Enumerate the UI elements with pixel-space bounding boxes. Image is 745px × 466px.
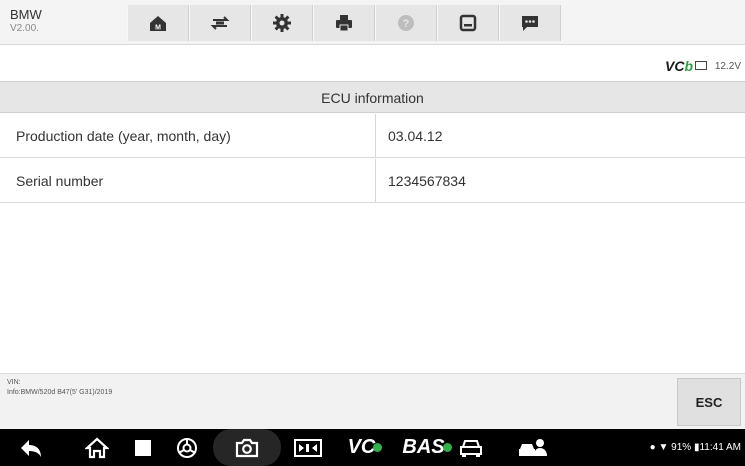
connection-status-bar: VCb 12.2V	[0, 55, 745, 79]
browser-button[interactable]	[172, 429, 202, 466]
save-icon	[459, 14, 477, 32]
settings-button[interactable]	[251, 5, 313, 41]
row-value: 03.04.12	[388, 128, 443, 144]
bluetooth-icon: ●	[649, 442, 656, 453]
vci-nav-label: VC	[347, 436, 376, 458]
recent-apps-button[interactable]	[128, 429, 158, 466]
row-label: Production date (year, month, day)	[16, 128, 231, 144]
help-icon: ?	[398, 15, 414, 31]
vehicle-swap-icon	[210, 16, 230, 30]
table-row: Serial number 1234567834	[0, 159, 745, 203]
screen-mirror-button[interactable]	[292, 429, 324, 466]
message-icon	[522, 16, 538, 31]
vehicle-info-panel: VIN: Info:BMW/520d B47(5' G31)/2019 ESC	[0, 373, 745, 429]
message-button[interactable]	[499, 5, 561, 41]
bt-dot-icon	[373, 443, 383, 452]
row-value: 1234567834	[388, 173, 466, 189]
column-divider	[375, 114, 376, 158]
camera-button[interactable]	[232, 429, 262, 466]
car-icon	[460, 439, 482, 457]
back-button[interactable]	[12, 429, 50, 466]
svg-text:M: M	[155, 25, 161, 32]
home-nav-button[interactable]	[78, 429, 116, 466]
home-icon: M	[150, 16, 166, 32]
bas-button[interactable]: BAS	[398, 429, 456, 466]
home-button[interactable]: M	[127, 5, 189, 41]
remote-expert-button[interactable]	[514, 429, 552, 466]
home-nav-icon	[85, 437, 109, 458]
vci-manager-button[interactable]: VC	[337, 429, 393, 466]
battery-voltage: 12.2V	[714, 61, 741, 72]
top-header: BMW V2.00. M ?	[0, 0, 745, 45]
svg-text:?: ?	[403, 18, 410, 30]
recent-apps-icon	[135, 439, 151, 456]
vin-label: VIN:	[7, 379, 21, 386]
vci-status: VCb	[664, 58, 693, 74]
brand-name: BMW	[10, 7, 42, 22]
save-button[interactable]	[437, 5, 499, 41]
clock: 11:41 AM	[699, 442, 741, 453]
vehicle-info-text: Info:BMW/520d B47(5' G31)/2019	[7, 389, 113, 396]
vehicle-menu-button[interactable]	[456, 429, 486, 466]
system-status: ● ▼ 91% ▮11:41 AM	[650, 429, 741, 466]
table-row: Production date (year, month, day) 03.04…	[0, 114, 745, 158]
remote-expert-icon	[519, 438, 547, 456]
print-icon	[336, 15, 352, 32]
android-navigation-bar: VC BAS ● ▼ 91% ▮11:41 AM	[0, 429, 745, 466]
row-label: Serial number	[16, 173, 104, 189]
esc-button[interactable]: ESC	[677, 378, 741, 426]
help-button[interactable]: ?	[375, 5, 437, 41]
screen-mirror-icon	[294, 438, 322, 457]
print-button[interactable]	[313, 5, 375, 41]
wifi-icon: ▼	[658, 442, 669, 453]
battery-icon	[695, 61, 707, 70]
software-version: V2.00.	[10, 23, 39, 34]
camera-icon	[235, 438, 259, 457]
vin-block: VIN: Info:BMW/520d B47(5' G31)/2019	[7, 378, 112, 398]
toolbar: M ?	[127, 5, 561, 41]
browser-icon	[177, 437, 197, 458]
back-arrow-icon	[21, 439, 41, 457]
table-title: ECU information	[0, 81, 745, 113]
battery-level: 91%	[671, 442, 692, 453]
bt-dot-icon	[442, 443, 452, 452]
column-divider	[375, 159, 376, 203]
vehicle-swap-button[interactable]	[189, 5, 251, 41]
bas-nav-label: BAS	[402, 436, 445, 458]
brand-block: BMW V2.00.	[10, 8, 42, 36]
settings-gear-icon	[273, 14, 291, 32]
